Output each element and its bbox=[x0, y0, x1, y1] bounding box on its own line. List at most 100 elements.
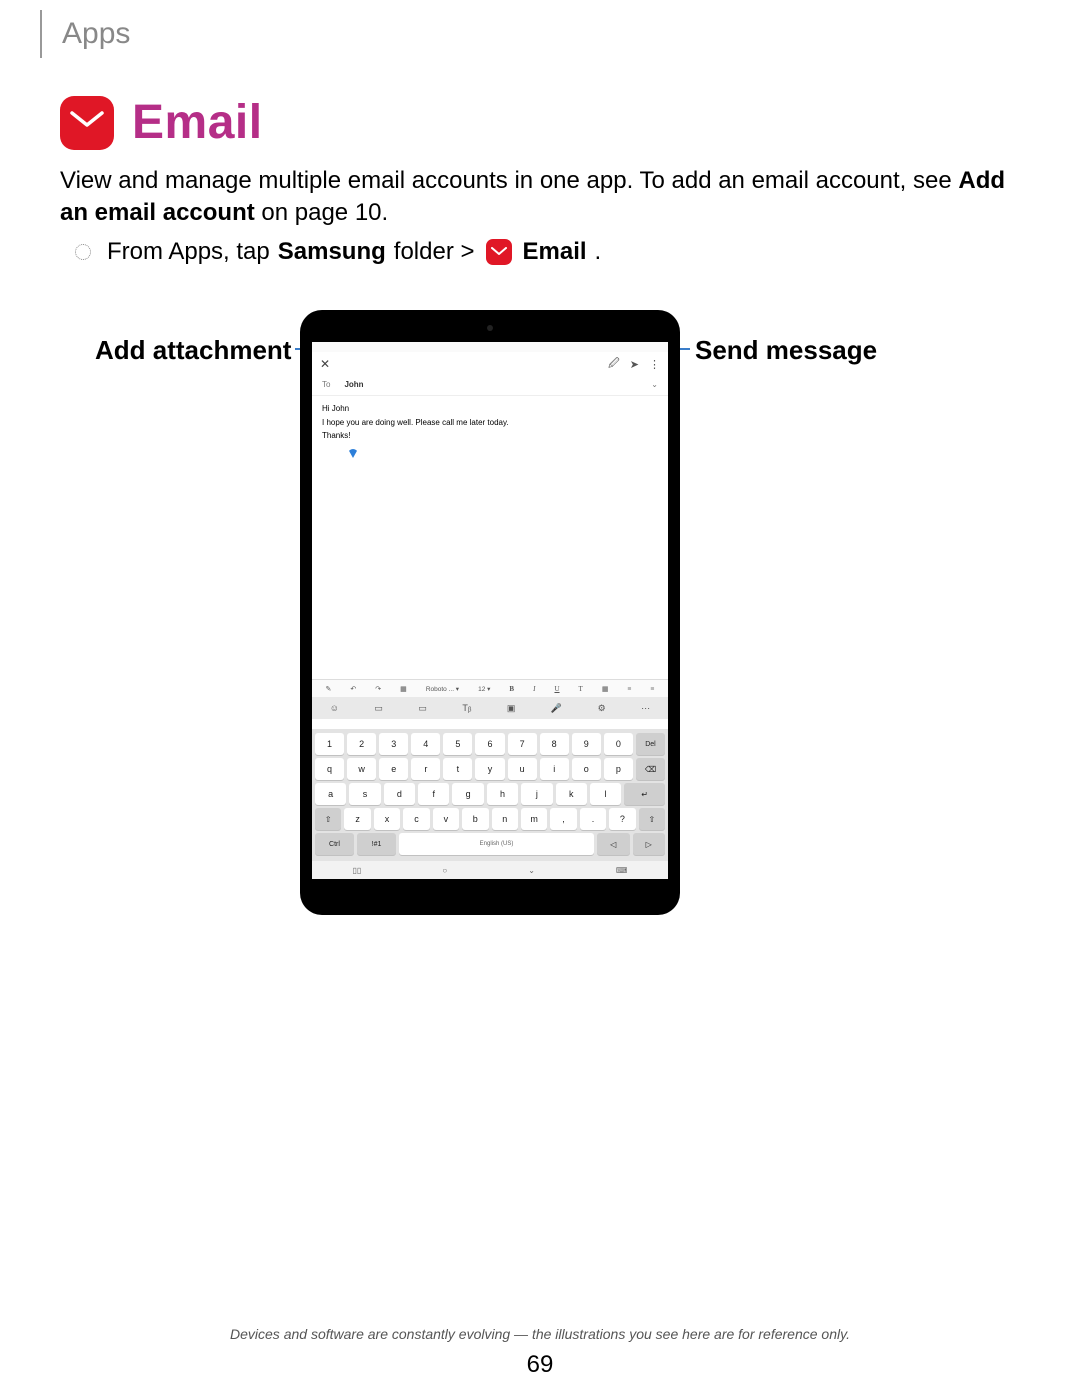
keyboard-suggestion-bar: ☺ ▭ ▭ Tᵦ ▣ 🎤 ⚙ ⋯ bbox=[312, 697, 668, 719]
key-q[interactable]: q bbox=[315, 758, 344, 780]
table-icon[interactable]: ▦ bbox=[602, 685, 609, 693]
key-o[interactable]: o bbox=[572, 758, 601, 780]
key-2[interactable]: 2 bbox=[347, 733, 376, 755]
key-0[interactable]: 0 bbox=[604, 733, 633, 755]
to-label: To bbox=[322, 380, 330, 389]
key-backspace[interactable]: ⌫ bbox=[636, 758, 665, 780]
key-ctrl[interactable]: Ctrl bbox=[315, 833, 354, 855]
emoji-icon[interactable]: ☺ bbox=[330, 703, 339, 713]
key-row-5: Ctrl !#1 English (US) ◁ ▷ bbox=[315, 833, 665, 855]
text-cursor-handle-icon[interactable] bbox=[348, 449, 358, 458]
key-7[interactable]: 7 bbox=[508, 733, 537, 755]
key-del[interactable]: Del bbox=[636, 733, 665, 755]
send-icon[interactable]: ➤ bbox=[630, 358, 639, 371]
home-icon[interactable]: ○ bbox=[442, 866, 447, 875]
key-d[interactable]: d bbox=[384, 783, 415, 805]
key-5[interactable]: 5 bbox=[443, 733, 472, 755]
bold-button[interactable]: B bbox=[509, 685, 514, 693]
key-w[interactable]: w bbox=[347, 758, 376, 780]
section-description: View and manage multiple email accounts … bbox=[60, 165, 1020, 230]
voice-icon[interactable]: 🎤 bbox=[551, 703, 562, 714]
pen-tool-icon[interactable]: ✎ bbox=[326, 685, 332, 693]
back-icon[interactable]: ⌄ bbox=[528, 866, 535, 875]
key-s[interactable]: s bbox=[349, 783, 380, 805]
footnote: Devices and software are constantly evol… bbox=[0, 1326, 1080, 1342]
instr-folder-arrow: folder > bbox=[394, 238, 475, 266]
to-field-row[interactable]: To John ⌄ bbox=[312, 376, 668, 396]
key-4[interactable]: 4 bbox=[411, 733, 440, 755]
key-x[interactable]: x bbox=[374, 808, 400, 830]
keyboard-hide-icon[interactable]: ⌨ bbox=[616, 866, 628, 875]
key-b[interactable]: b bbox=[462, 808, 488, 830]
key-comma[interactable]: , bbox=[550, 808, 576, 830]
key-6[interactable]: 6 bbox=[475, 733, 504, 755]
key-8[interactable]: 8 bbox=[540, 733, 569, 755]
font-size-select[interactable]: 12 ▾ bbox=[478, 685, 490, 693]
undo-icon[interactable]: ↶ bbox=[350, 685, 356, 693]
callout-send-message: Send message bbox=[695, 335, 877, 366]
key-period[interactable]: . bbox=[580, 808, 606, 830]
body-line-2: I hope you are doing well. Please call m… bbox=[322, 416, 658, 430]
list-icon[interactable]: ≡ bbox=[627, 685, 631, 693]
key-3[interactable]: 3 bbox=[379, 733, 408, 755]
key-a[interactable]: a bbox=[315, 783, 346, 805]
sticker-icon[interactable]: ▭ bbox=[374, 703, 383, 714]
font-select[interactable]: Roboto ... ▾ bbox=[426, 685, 459, 693]
compose-body[interactable]: Hi John I hope you are doing well. Pleas… bbox=[312, 396, 668, 462]
key-shift-left[interactable]: ⇧ bbox=[315, 808, 341, 830]
key-e[interactable]: e bbox=[379, 758, 408, 780]
on-screen-keyboard: 1 2 3 4 5 6 7 8 9 0 Del q w e r bbox=[312, 729, 668, 861]
key-symbols[interactable]: !#1 bbox=[357, 833, 396, 855]
more-format-icon[interactable]: ≡ bbox=[650, 685, 654, 693]
key-f[interactable]: f bbox=[418, 783, 449, 805]
section-title: Email bbox=[132, 95, 263, 150]
key-row-4: ⇧ z x c v b n m , . ? ⇧ bbox=[315, 808, 665, 830]
more-icon[interactable]: ⋮ bbox=[649, 358, 660, 371]
body-line-1: Hi John bbox=[322, 402, 658, 416]
settings-icon[interactable]: ⚙ bbox=[598, 703, 606, 714]
key-r[interactable]: r bbox=[411, 758, 440, 780]
key-question[interactable]: ? bbox=[609, 808, 635, 830]
close-icon[interactable]: ✕ bbox=[320, 357, 330, 371]
key-m[interactable]: m bbox=[521, 808, 547, 830]
italic-button[interactable]: I bbox=[533, 685, 535, 693]
key-arrow-left[interactable]: ◁ bbox=[597, 833, 630, 855]
key-j[interactable]: j bbox=[521, 783, 552, 805]
key-l[interactable]: l bbox=[590, 783, 621, 805]
key-t[interactable]: t bbox=[443, 758, 472, 780]
text-color-button[interactable]: T bbox=[579, 685, 583, 693]
key-z[interactable]: z bbox=[344, 808, 370, 830]
recents-icon[interactable]: ▯▯ bbox=[353, 866, 362, 875]
gif-icon[interactable]: ▭ bbox=[418, 703, 427, 714]
key-1[interactable]: 1 bbox=[315, 733, 344, 755]
redo-icon[interactable]: ↷ bbox=[375, 685, 381, 693]
key-n[interactable]: n bbox=[492, 808, 518, 830]
handwrite-icon[interactable]: Tᵦ bbox=[462, 703, 471, 713]
bullet-icon bbox=[75, 244, 91, 260]
key-v[interactable]: v bbox=[433, 808, 459, 830]
key-arrow-right[interactable]: ▷ bbox=[633, 833, 666, 855]
image-insert-icon[interactable]: ▦ bbox=[400, 685, 407, 693]
key-p[interactable]: p bbox=[604, 758, 633, 780]
keyboard-more-icon[interactable]: ⋯ bbox=[641, 703, 650, 714]
expand-recipients-icon[interactable]: ⌄ bbox=[651, 380, 658, 389]
key-c[interactable]: c bbox=[403, 808, 429, 830]
breadcrumb-text: Apps bbox=[62, 17, 130, 51]
key-enter[interactable]: ↵ bbox=[624, 783, 665, 805]
callout-add-attachment: Add attachment bbox=[95, 335, 291, 366]
key-space[interactable]: English (US) bbox=[399, 833, 594, 855]
key-h[interactable]: h bbox=[487, 783, 518, 805]
attach-icon[interactable]: 🖉 bbox=[608, 355, 620, 374]
instr-prefix: From Apps, tap bbox=[107, 238, 270, 266]
key-9[interactable]: 9 bbox=[572, 733, 601, 755]
underline-button[interactable]: U bbox=[554, 685, 559, 693]
key-u[interactable]: u bbox=[508, 758, 537, 780]
tablet-camera-icon bbox=[487, 325, 493, 331]
key-g[interactable]: g bbox=[452, 783, 483, 805]
instr-email: Email bbox=[523, 238, 587, 266]
key-k[interactable]: k bbox=[556, 783, 587, 805]
key-shift-right[interactable]: ⇧ bbox=[639, 808, 665, 830]
key-i[interactable]: i bbox=[540, 758, 569, 780]
key-y[interactable]: y bbox=[475, 758, 504, 780]
clipboard-icon[interactable]: ▣ bbox=[507, 703, 516, 714]
